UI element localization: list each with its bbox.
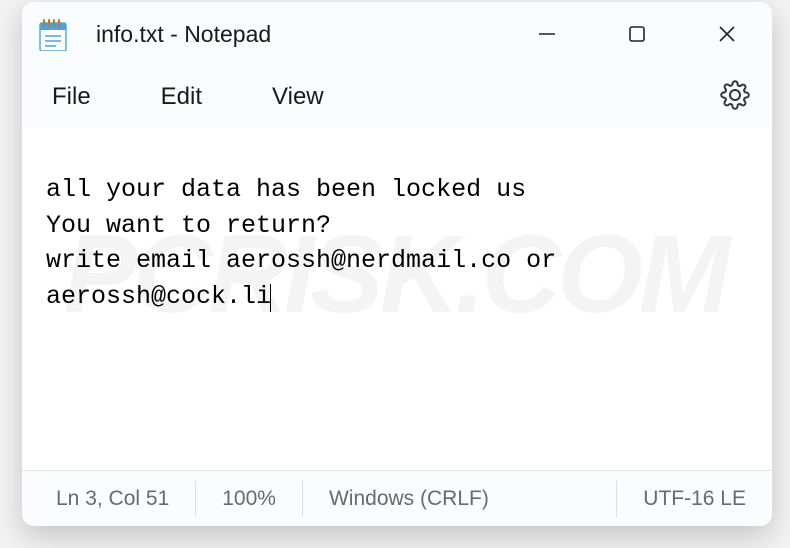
- notepad-icon: [36, 17, 70, 51]
- window-controls: [502, 2, 772, 66]
- menubar: File Edit View: [22, 66, 772, 128]
- statusbar: Ln 3, Col 51 100% Windows (CRLF) UTF-16 …: [22, 470, 772, 526]
- status-position: Ln 3, Col 51: [22, 481, 196, 517]
- text-caret: [270, 284, 271, 312]
- close-button[interactable]: [682, 2, 772, 66]
- settings-button[interactable]: [714, 74, 756, 121]
- minimize-button[interactable]: [502, 2, 592, 66]
- gear-icon: [720, 80, 750, 110]
- document-text: all your data has been locked us You wan…: [46, 175, 571, 311]
- text-area[interactable]: all your data has been locked us You wan…: [22, 128, 772, 470]
- window-title: info.txt - Notepad: [96, 21, 502, 48]
- notepad-window: info.txt - Notepad File Edit View: [22, 2, 772, 526]
- menu-view[interactable]: View: [258, 75, 338, 119]
- menu-edit[interactable]: Edit: [147, 75, 216, 119]
- maximize-button[interactable]: [592, 2, 682, 66]
- status-eol: Windows (CRLF): [303, 481, 617, 517]
- status-encoding: UTF-16 LE: [617, 481, 772, 517]
- titlebar[interactable]: info.txt - Notepad: [22, 2, 772, 66]
- status-zoom[interactable]: 100%: [196, 481, 303, 517]
- menu-file[interactable]: File: [38, 75, 105, 119]
- close-icon: [717, 24, 737, 44]
- maximize-icon: [628, 25, 646, 43]
- minimize-icon: [537, 24, 557, 44]
